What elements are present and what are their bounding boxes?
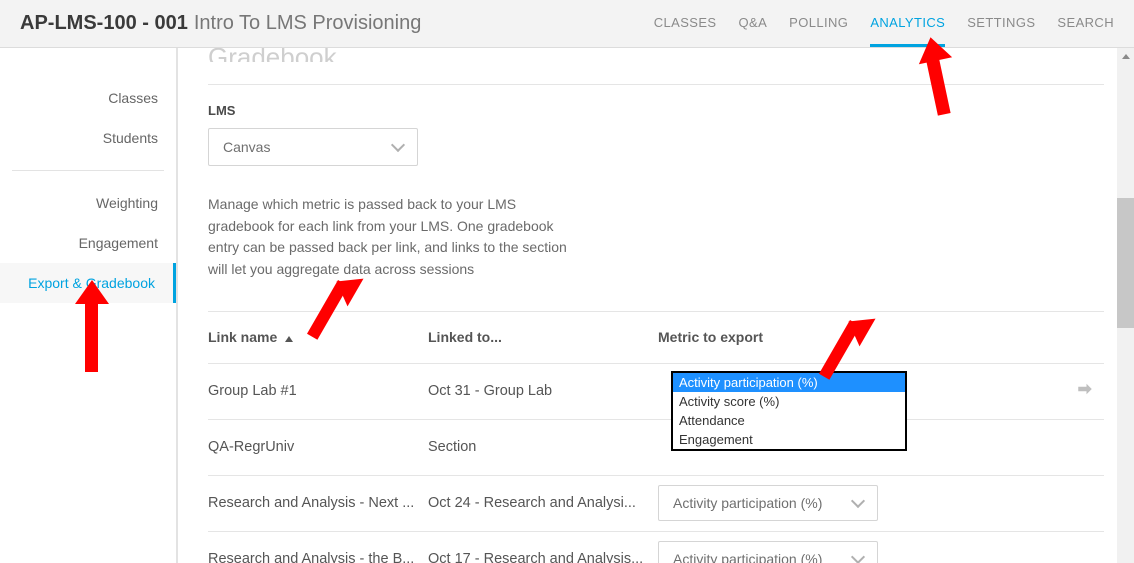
table-row: Group Lab #1 Oct 31 - Group Lab — [208, 363, 1104, 419]
cell-link-name: Research and Analysis - the B... — [208, 551, 428, 563]
section-divider — [208, 84, 1104, 85]
sidebar-divider — [12, 170, 164, 171]
nav-polling[interactable]: POLLING — [789, 1, 848, 47]
page-title-cutoff: Gradebook — [208, 48, 1104, 62]
nav-settings[interactable]: SETTINGS — [967, 1, 1035, 47]
export-table: Link name Linked to... Metric to export … — [208, 311, 1104, 563]
metric-dropdown-open[interactable]: Activity participation (%) Activity scor… — [671, 371, 907, 451]
course-code: AP-LMS-100 - 001 — [20, 12, 188, 35]
nav-search[interactable]: SEARCH — [1057, 1, 1114, 47]
metric-option-engagement[interactable]: Engagement — [673, 430, 905, 449]
nav-classes[interactable]: CLASSES — [654, 1, 717, 47]
cell-link-name: Research and Analysis - Next ... — [208, 495, 428, 511]
metric-option-activity-participation[interactable]: Activity participation (%) — [673, 373, 905, 392]
table-header: Link name Linked to... Metric to export — [208, 311, 1104, 363]
chevron-down-icon — [851, 550, 865, 563]
top-header: AP-LMS-100 - 001 Intro To LMS Provisioni… — [0, 0, 1134, 48]
column-metric[interactable]: Metric to export — [658, 329, 908, 345]
metric-select-value: Activity participation (%) — [673, 495, 822, 511]
cell-linked-to: Oct 17 - Research and Analysis... — [428, 551, 658, 563]
metric-select[interactable]: Activity participation (%) — [658, 541, 878, 563]
table-row: Research and Analysis - Next ... Oct 24 … — [208, 475, 1104, 531]
scrollbar-thumb[interactable] — [1117, 198, 1134, 328]
course-title: AP-LMS-100 - 001 Intro To LMS Provisioni… — [20, 12, 421, 35]
metric-select-value: Activity participation (%) — [673, 551, 822, 563]
cell-linked-to: Oct 24 - Research and Analysi... — [428, 495, 658, 511]
table-row: Research and Analysis - the B... Oct 17 … — [208, 531, 1104, 563]
cell-linked-to: Section — [428, 439, 658, 455]
description-text: Manage which metric is passed back to yo… — [208, 194, 568, 281]
lms-select[interactable]: Canvas — [208, 128, 418, 166]
sidebar-item-engagement[interactable]: Engagement — [0, 223, 176, 263]
chevron-down-icon — [391, 138, 405, 152]
course-name: Intro To LMS Provisioning — [194, 12, 422, 35]
cell-link-name: Group Lab #1 — [208, 383, 428, 399]
metric-option-activity-score[interactable]: Activity score (%) — [673, 392, 905, 411]
metric-select[interactable]: Activity participation (%) — [658, 485, 878, 521]
top-nav: CLASSES Q&A POLLING ANALYTICS SETTINGS S… — [654, 1, 1114, 47]
metric-option-attendance[interactable]: Attendance — [673, 411, 905, 430]
share-icon[interactable] — [1076, 386, 1094, 402]
table-row: QA-RegrUniv Section — [208, 419, 1104, 475]
cell-link-name: QA-RegrUniv — [208, 439, 428, 455]
nav-qa[interactable]: Q&A — [739, 1, 768, 47]
column-link-name-label: Link name — [208, 329, 277, 345]
chevron-down-icon — [851, 494, 865, 508]
lms-select-value: Canvas — [223, 139, 270, 155]
sidebar-item-weighting[interactable]: Weighting — [0, 183, 176, 223]
scroll-up-arrow[interactable] — [1117, 48, 1134, 65]
scrollbar[interactable] — [1117, 48, 1134, 563]
sidebar-item-classes[interactable]: Classes — [0, 78, 176, 118]
column-linked-to[interactable]: Linked to... — [428, 329, 658, 345]
lms-label: LMS — [208, 103, 1104, 118]
sidebar-item-students[interactable]: Students — [0, 118, 176, 158]
cell-linked-to: Oct 31 - Group Lab — [428, 383, 658, 399]
sort-ascending-icon — [285, 336, 293, 342]
main-content: Gradebook LMS Canvas Manage which metric… — [178, 48, 1134, 563]
